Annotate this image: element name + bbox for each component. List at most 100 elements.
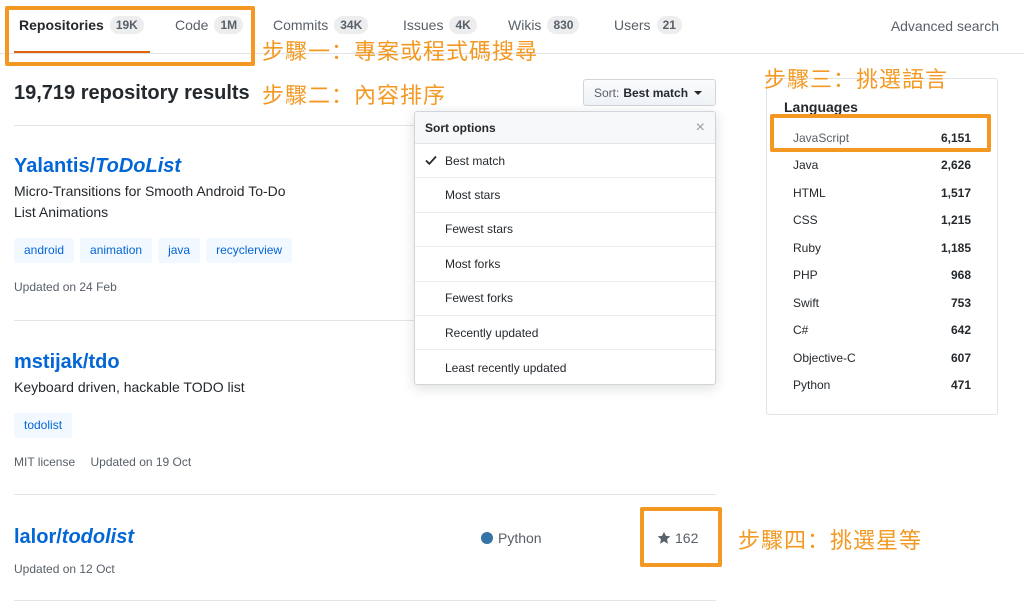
topic-tag[interactable]: android [14,238,75,263]
language-count: 1,185 [940,241,971,255]
repo-description: Keyboard driven, hackable TODO list [14,379,245,395]
updated-text: Updated on 12 Oct [14,562,115,576]
repo-description: Micro-Transitions for Smooth Android To-… [14,181,286,223]
tab-count: 4K [449,16,477,34]
tab-label: Users [614,17,651,33]
topic-list: todolist [14,413,73,438]
language-filter-item[interactable]: C# 642 [793,323,971,337]
repo-owner: mstijak/ [14,351,89,373]
language-count: 2,626 [940,158,971,172]
option-label: Most forks [445,256,501,271]
language-filter-item[interactable]: Python 471 [793,378,971,392]
sort-option-most-stars[interactable]: Most stars [415,178,715,213]
language-count: 642 [950,323,971,337]
option-label: Most stars [445,188,501,203]
language-filter-item[interactable]: Ruby 1,185 [793,241,971,255]
tab-count: 34K [334,16,369,34]
divider [14,600,716,601]
option-label: Best match [445,153,506,168]
advanced-search-link[interactable]: Advanced search [891,18,999,34]
language-filter-item[interactable]: PHP 968 [793,268,971,282]
annotation-step3: 步驟三：挑選語言 [764,68,949,93]
language-name: HTML [793,186,826,200]
annotation-step2: 步驟二：內容排序 [262,84,447,109]
tab-count: 830 [547,16,580,34]
tab-issues[interactable]: Issues 4K [403,16,477,34]
language-name: Ruby [793,241,822,255]
topic-tag[interactable]: animation [80,238,153,263]
repo-link[interactable]: Yalantis/ToDoList [14,155,181,178]
updated-text: Updated on 24 Feb [14,280,117,294]
language-color-dot [481,532,493,544]
language-name: Java [793,158,819,172]
language-count: 968 [950,268,971,282]
repo-name: ToDoList [95,155,182,177]
language-filter-item[interactable]: Objective-C 607 [793,351,971,365]
caret-down-icon [694,90,703,95]
option-label: Least recently updated [445,360,567,375]
repo-owner: Yalantis/ [14,155,96,177]
language-count: 753 [950,296,971,310]
sort-value: Best match [623,85,689,100]
topic-tag[interactable]: todolist [14,413,73,438]
tab-label: Issues [403,17,444,33]
topic-list: android animation java recyclerview [14,238,293,263]
sort-option-fewest-stars[interactable]: Fewest stars [415,213,715,248]
language-name: Swift [793,296,820,310]
language-filter-item[interactable]: HTML 1,517 [793,186,971,200]
language-name: PHP [793,268,818,282]
repo-meta: MIT license Updated on 19 Oct [14,455,191,469]
highlight-box-step4 [640,507,722,567]
option-label: Fewest stars [445,222,514,237]
results-title: 19,719 repository results [14,82,250,104]
language-name: Objective-C [793,351,856,365]
languages-title: Languages [784,99,858,115]
highlight-box-step3 [770,114,991,152]
tab-label: Commits [273,17,329,33]
repo-name: todolist [61,526,135,548]
language-count: 1,215 [940,213,971,227]
dropdown-header: Sort options × [415,112,715,144]
option-label: Fewest forks [445,291,514,306]
annotation-step1: 步驟一：專案或程式碼搜尋 [262,40,539,65]
check-icon [425,155,437,166]
language-filter-item[interactable]: Java 2,626 [793,158,971,172]
tab-label: Wikis [508,17,542,33]
language-name: C# [793,323,809,337]
sort-button[interactable]: Sort: Best match [583,79,716,106]
repo-owner: lalor/ [14,526,62,548]
tab-commits[interactable]: Commits 34K [273,16,369,34]
tab-users[interactable]: Users 21 [614,16,682,34]
sort-option-fewest-forks[interactable]: Fewest forks [415,282,715,316]
dropdown-title: Sort options [425,120,496,135]
sort-option-best-match[interactable]: Best match [415,144,715,179]
language-count: 471 [950,378,971,392]
tab-count: 21 [656,16,682,34]
highlight-box-step1 [5,6,255,66]
language-filter-item[interactable]: Swift 753 [793,296,971,310]
language-filter-item[interactable]: CSS 1,215 [793,213,971,227]
language-count: 1,517 [940,186,971,200]
repo-meta: Updated on 24 Feb [14,280,117,294]
repo-name: tdo [88,351,120,373]
updated-text: Updated on 19 Oct [90,455,192,469]
divider [14,494,716,495]
license-text: MIT license [14,455,76,469]
repo-language: Python [481,530,542,546]
sort-option-recently-updated[interactable]: Recently updated [415,316,715,351]
repo-link[interactable]: mstijak/tdo [14,351,120,374]
repo-link[interactable]: lalor/todolist [14,526,134,549]
language-name: Python [793,378,831,392]
language-label: Python [498,530,542,546]
topic-tag[interactable]: java [158,238,201,263]
sort-option-least-recently-updated[interactable]: Least recently updated [415,350,715,384]
tab-wikis[interactable]: Wikis 830 [508,16,580,34]
language-count: 607 [950,351,971,365]
sort-option-most-forks[interactable]: Most forks [415,247,715,282]
repo-description-line: Micro-Transitions for Smooth Android To-… [14,183,286,199]
repo-meta: Updated on 12 Oct [14,562,115,576]
close-icon[interactable]: × [696,119,705,137]
language-name: CSS [793,213,818,227]
topic-tag[interactable]: recyclerview [206,238,293,263]
sort-options-dropdown: Sort options × Best match Most stars Few… [414,111,716,385]
